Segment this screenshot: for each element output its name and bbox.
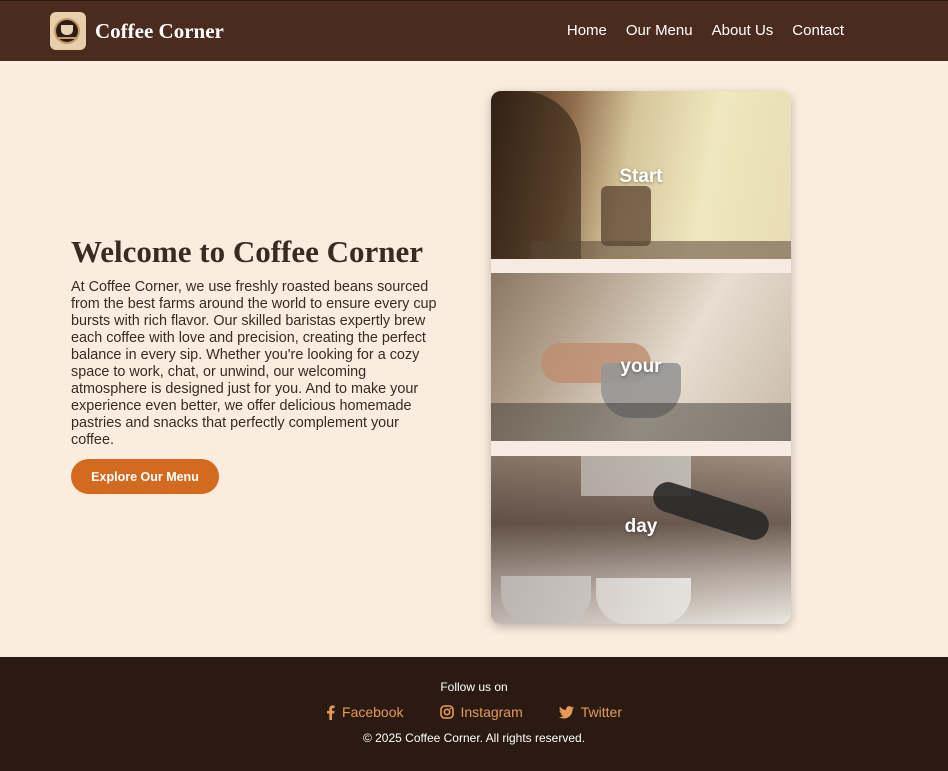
twitter-icon [558,705,574,718]
site-footer: Follow us on Facebook Instagram Twitter … [0,657,948,771]
panel-word: your [620,356,662,377]
coffee-cup-logo-icon [50,12,86,50]
panel-coffee-beans-image: Start [491,91,791,259]
follow-label: Follow us on [440,680,508,694]
site-header: Coffee Corner Home Our Menu About Us Con… [0,0,948,61]
hero-paragraph: At Coffee Corner, we use freshly roasted… [71,279,437,448]
facebook-label: Facebook [342,704,404,720]
hero-title: Welcome to Coffee Corner [71,234,424,269]
instagram-link[interactable]: Instagram [439,704,523,720]
facebook-icon [327,705,335,720]
brand-name: Coffee Corner [95,18,224,43]
copyright: © 2025 Coffee Corner. All rights reserve… [362,731,586,745]
nav-contact[interactable]: Contact [792,22,844,39]
instagram-label: Instagram [460,704,523,720]
hero-section: Welcome to Coffee Corner At Coffee Corne… [71,234,441,449]
nav-home[interactable]: Home [567,22,607,39]
twitter-label: Twitter [580,704,622,720]
panel-espresso-machine-image: day [491,456,791,624]
nav-our-menu[interactable]: Our Menu [626,22,693,39]
panel-word: day [624,516,658,537]
instagram-icon [439,705,454,719]
facebook-link[interactable]: Facebook [326,704,404,720]
panel-word: Start [619,166,663,187]
brand[interactable]: Coffee Corner [50,12,224,50]
twitter-link[interactable]: Twitter [558,704,622,720]
panel-barista-image: your [491,273,791,441]
nav-about-us[interactable]: About Us [712,22,774,39]
main-nav: Home Our Menu About Us Contact [567,22,844,39]
hero-image-panels: Start your day [491,91,791,624]
social-links: Facebook Instagram Twitter [0,704,948,720]
explore-menu-button[interactable]: Explore Our Menu [71,459,219,494]
